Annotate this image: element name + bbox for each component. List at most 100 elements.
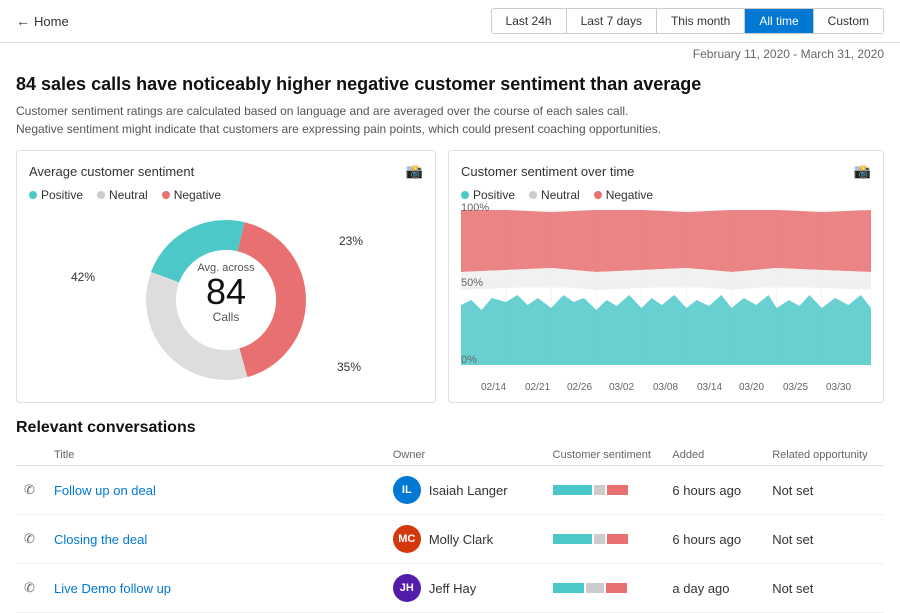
donut-chart-title: Average customer sentiment — [29, 164, 194, 179]
donut-legend-negative: Negative — [162, 188, 221, 202]
area-legend-positive: Positive — [461, 188, 515, 202]
back-arrow-icon: ← — [16, 13, 30, 29]
owner-avatar: MC — [393, 525, 421, 553]
table-row: ✆ Closing the deal MC Molly Clark 6 hour… — [16, 515, 884, 564]
positive-dot — [29, 191, 37, 199]
area-legend: Positive Neutral Negative — [461, 188, 871, 202]
x-label-0325: 03/25 — [783, 382, 808, 393]
row-owner: IL Isaiah Langer — [385, 466, 545, 515]
date-range: February 11, 2020 - March 31, 2020 — [0, 43, 900, 65]
col-header-sentiment: Customer sentiment — [545, 445, 665, 466]
sentiment-positive-bar — [553, 534, 592, 544]
sentiment-negative-bar — [607, 485, 628, 495]
row-title[interactable]: Live Demo follow up — [46, 564, 385, 613]
page-title: 84 sales calls have noticeably higher ne… — [16, 73, 884, 96]
donut-label-neutral: 35% — [337, 360, 361, 374]
row-sentiment — [545, 466, 665, 515]
area-svg — [461, 210, 871, 365]
row-phone-icon: ✆ — [16, 564, 46, 613]
y-label-100: 100% — [461, 202, 489, 214]
table-row: ✆ Follow up on deal IL Isaiah Langer 6 h… — [16, 466, 884, 515]
filter-last7days[interactable]: Last 7 days — [567, 9, 657, 33]
area-chart-title: Customer sentiment over time — [461, 164, 634, 179]
row-added: 6 hours ago — [664, 515, 764, 564]
x-label-0221: 02/21 — [525, 382, 550, 393]
x-label-0302: 03/02 — [609, 382, 634, 393]
area-neutral-dot — [529, 191, 537, 199]
top-nav: ← Home Last 24h Last 7 days This month A… — [0, 0, 900, 43]
filter-custom[interactable]: Custom — [814, 9, 883, 33]
col-header-opportunity: Related opportunity — [764, 445, 884, 466]
sentiment-neutral-bar — [594, 534, 605, 544]
owner-avatar: JH — [393, 574, 421, 602]
row-added: 6 hours ago — [664, 466, 764, 515]
conversations-table: Title Owner Customer sentiment Added Rel… — [16, 445, 884, 613]
donut-chart-card: Average customer sentiment 📸 Positive Ne… — [16, 150, 436, 403]
area-chart-header: Customer sentiment over time 📸 — [461, 163, 871, 180]
owner-name: Molly Clark — [429, 532, 493, 547]
area-chart-share-icon[interactable]: 📸 — [854, 163, 871, 180]
donut-label-positive: 23% — [339, 234, 363, 248]
x-label-0314: 03/14 — [697, 382, 722, 393]
row-title[interactable]: Closing the deal — [46, 515, 385, 564]
filter-alltime[interactable]: All time — [745, 9, 813, 33]
filter-thismonth[interactable]: This month — [657, 9, 745, 33]
area-negative-dot — [594, 191, 602, 199]
charts-row: Average customer sentiment 📸 Positive Ne… — [16, 150, 884, 403]
area-legend-neutral: Neutral — [529, 188, 580, 202]
row-phone-icon: ✆ — [16, 515, 46, 564]
conversations-section: Relevant conversations Title Owner Custo… — [16, 419, 884, 613]
owner-name: Jeff Hay — [429, 581, 476, 596]
x-label-0308: 03/08 — [653, 382, 678, 393]
donut-center-text: Avg. across 84 Calls — [197, 262, 254, 324]
area-chart-visual: 100% 50% 0% 02/14 02/21 02/26 03/02 03/0… — [461, 210, 871, 375]
table-row: ✆ Live Demo follow up JH Jeff Hay a day … — [16, 564, 884, 613]
row-opportunity: Not set — [764, 466, 884, 515]
row-added: a day ago — [664, 564, 764, 613]
table-header-row: Title Owner Customer sentiment Added Rel… — [16, 445, 884, 466]
page-description: Customer sentiment ratings are calculate… — [16, 102, 884, 138]
owner-name: Isaiah Langer — [429, 483, 508, 498]
sentiment-negative-bar — [606, 583, 627, 593]
area-positive-dot — [461, 191, 469, 199]
sentiment-neutral-bar — [586, 583, 604, 593]
sentiment-positive-bar — [553, 485, 592, 495]
row-opportunity: Not set — [764, 564, 884, 613]
col-header-owner: Owner — [385, 445, 545, 466]
y-label-0: 0% — [461, 354, 477, 366]
neutral-dot — [97, 191, 105, 199]
donut-calls-label: Calls — [197, 310, 254, 324]
conversations-title: Relevant conversations — [16, 419, 884, 437]
donut-legend-positive: Positive — [29, 188, 83, 202]
donut-legend: Positive Neutral Negative — [29, 188, 423, 202]
donut-label-negative: 42% — [71, 270, 95, 284]
x-label-0330: 03/30 — [826, 382, 851, 393]
x-label-0226: 02/26 — [567, 382, 592, 393]
row-opportunity: Not set — [764, 515, 884, 564]
col-header-title: Title — [46, 445, 385, 466]
owner-avatar: IL — [393, 476, 421, 504]
sentiment-negative-bar — [607, 534, 628, 544]
home-link[interactable]: ← Home — [16, 13, 69, 29]
row-phone-icon: ✆ — [16, 466, 46, 515]
donut-number: 84 — [197, 274, 254, 310]
donut-chart-share-icon[interactable]: 📸 — [406, 163, 423, 180]
sentiment-neutral-bar — [594, 485, 605, 495]
time-filter-group: Last 24h Last 7 days This month All time… — [491, 8, 884, 34]
row-sentiment — [545, 564, 665, 613]
col-header-icon — [16, 445, 46, 466]
row-sentiment — [545, 515, 665, 564]
row-owner: JH Jeff Hay — [385, 564, 545, 613]
area-chart-card: Customer sentiment over time 📸 Positive … — [448, 150, 884, 403]
home-label: Home — [34, 14, 69, 29]
x-label-0320: 03/20 — [739, 382, 764, 393]
area-legend-negative: Negative — [594, 188, 653, 202]
row-owner: MC Molly Clark — [385, 515, 545, 564]
x-label-0214: 02/14 — [481, 382, 506, 393]
main-content: 84 sales calls have noticeably higher ne… — [0, 65, 900, 613]
negative-dot — [162, 191, 170, 199]
donut-chart-header: Average customer sentiment 📸 — [29, 163, 423, 180]
y-label-50: 50% — [461, 277, 483, 289]
row-title[interactable]: Follow up on deal — [46, 466, 385, 515]
filter-last24h[interactable]: Last 24h — [492, 9, 567, 33]
